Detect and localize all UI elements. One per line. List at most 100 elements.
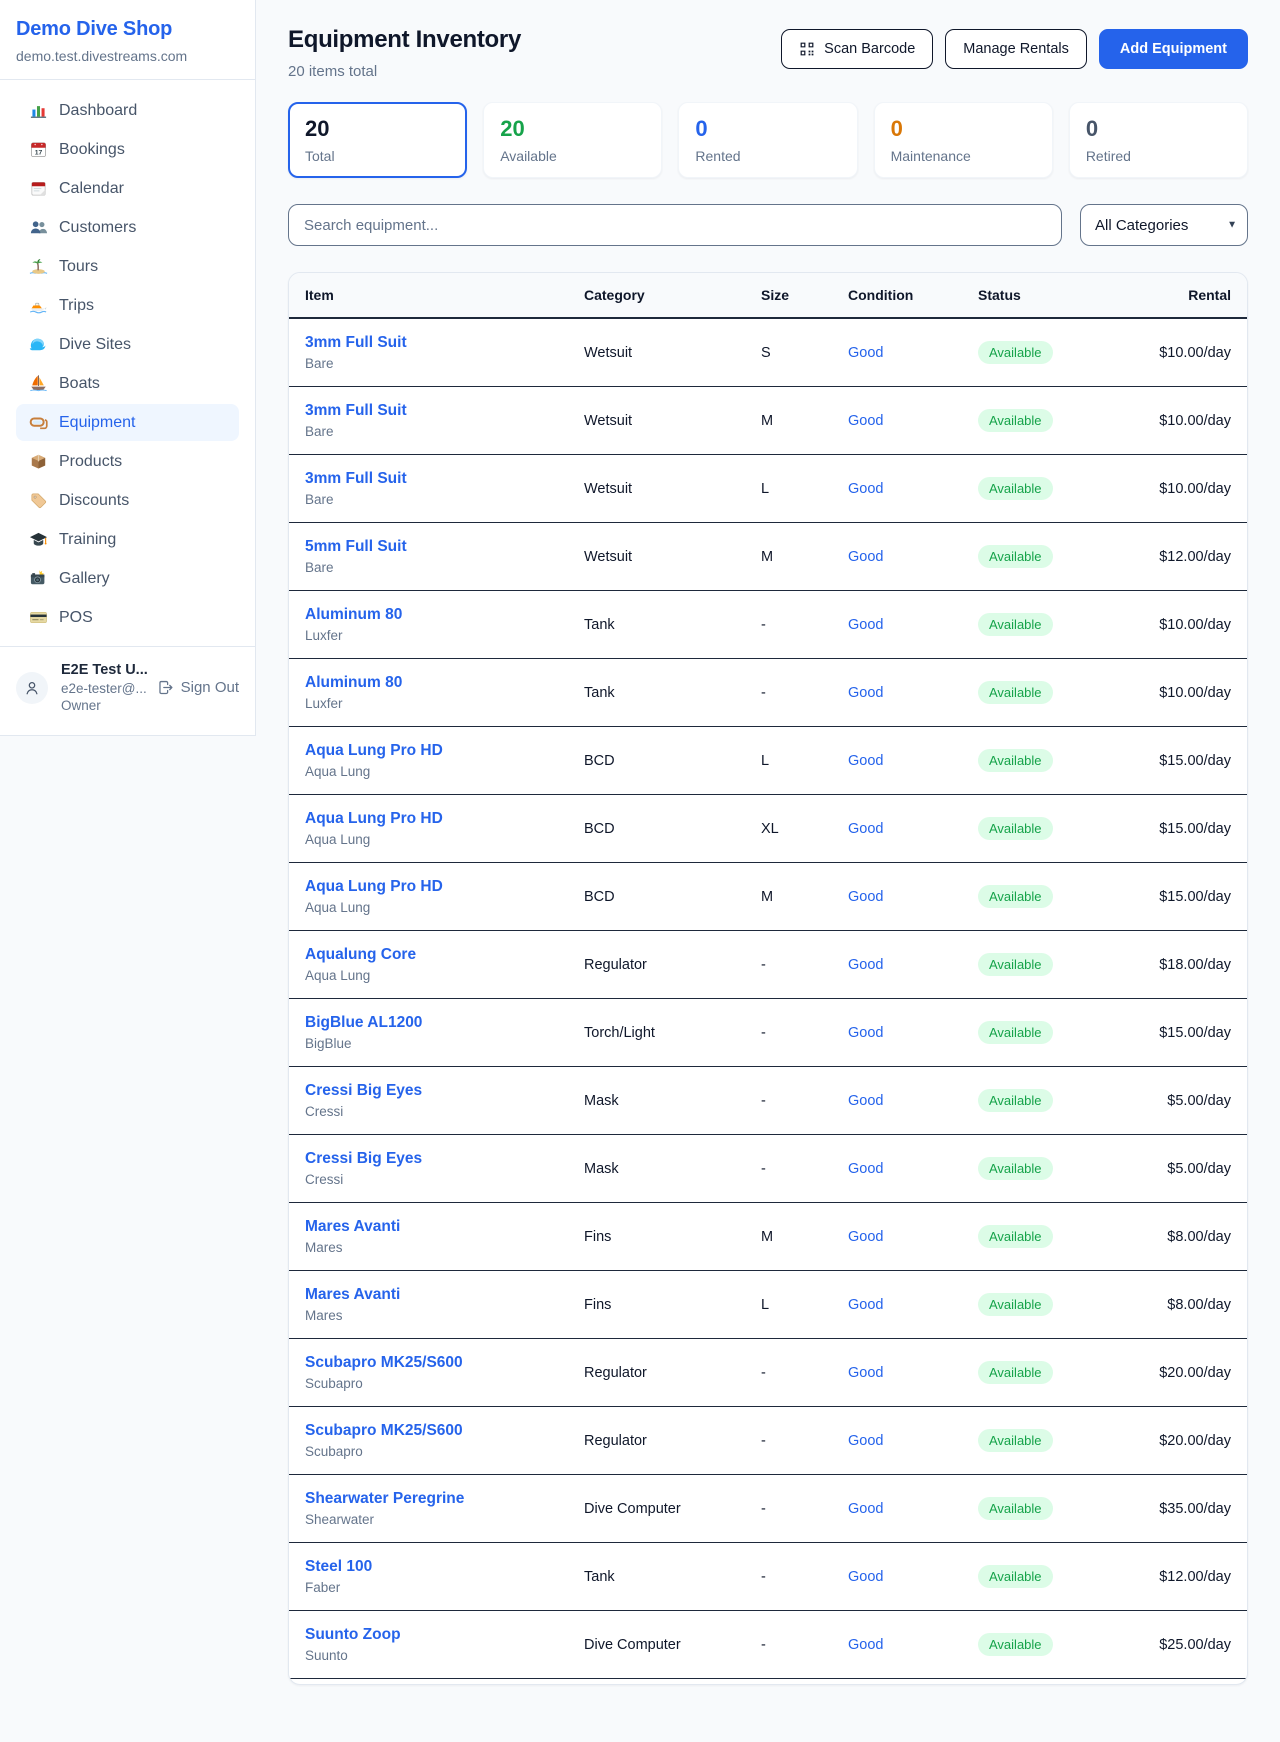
condition-link[interactable]: Good — [848, 481, 978, 497]
barcode-scan-icon — [799, 41, 815, 57]
camera-icon — [29, 569, 48, 588]
equipment-brand: Aqua Lung — [305, 900, 584, 915]
status-badge: Available — [978, 1021, 1053, 1044]
item-cell: Cressi Big Eyes Cressi — [305, 1150, 584, 1187]
category-cell: Regulator — [584, 1365, 761, 1381]
condition-link[interactable]: Good — [848, 413, 978, 429]
manage-rentals-label: Manage Rentals — [963, 41, 1069, 57]
equipment-brand: Faber — [305, 1580, 584, 1595]
sidebar-item-discounts[interactable]: Discounts — [16, 482, 239, 519]
condition-link[interactable]: Good — [848, 1569, 978, 1585]
search-input[interactable] — [288, 204, 1062, 246]
table-row: 3mm Full Suit Bare Wetsuit L Good Availa… — [289, 455, 1247, 523]
condition-link[interactable]: Good — [848, 1365, 978, 1381]
sidebar-item-boats[interactable]: Boats — [16, 365, 239, 402]
stat-card-maintenance[interactable]: 0 Maintenance — [874, 102, 1053, 178]
sidebar-item-equipment[interactable]: Equipment — [16, 404, 239, 441]
sidebar-item-label: Products — [59, 453, 122, 471]
status-badge: Available — [978, 681, 1053, 704]
sidebar-item-pos[interactable]: POS — [16, 599, 239, 636]
equipment-name-link[interactable]: BigBlue AL1200 — [305, 1014, 584, 1032]
equipment-name-link[interactable]: Aluminum 80 — [305, 606, 584, 624]
add-equipment-button[interactable]: Add Equipment — [1099, 29, 1248, 69]
condition-link[interactable]: Good — [848, 957, 978, 973]
condition-link[interactable]: Good — [848, 1161, 978, 1177]
size-cell: S — [761, 345, 848, 361]
equipment-name-link[interactable]: 3mm Full Suit — [305, 470, 584, 488]
condition-link[interactable]: Good — [848, 345, 978, 361]
equipment-name-link[interactable]: Cressi Big Eyes — [305, 1082, 584, 1100]
condition-link[interactable]: Good — [848, 1093, 978, 1109]
svg-text:17: 17 — [35, 150, 43, 157]
sidebar-item-calendar[interactable]: Calendar — [16, 170, 239, 207]
scan-barcode-button[interactable]: Scan Barcode — [781, 29, 933, 69]
stat-card-total[interactable]: 20 Total — [288, 102, 467, 178]
equipment-name-link[interactable]: Aluminum 80 — [305, 674, 584, 692]
sidebar-item-dashboard[interactable]: Dashboard — [16, 92, 239, 129]
equipment-name-link[interactable]: Steel 100 — [305, 1558, 584, 1576]
table-row: Cressi Big Eyes Cressi Mask - Good Avail… — [289, 1135, 1247, 1203]
sidebar-item-trips[interactable]: Trips — [16, 287, 239, 324]
condition-link[interactable]: Good — [848, 1637, 978, 1653]
manage-rentals-button[interactable]: Manage Rentals — [945, 29, 1087, 69]
item-cell: Aqualung Core Aqua Lung — [305, 946, 584, 983]
status-cell: Available — [978, 681, 1148, 704]
equipment-name-link[interactable]: Aqua Lung Pro HD — [305, 878, 584, 896]
equipment-name-link[interactable]: Cressi Big Eyes — [305, 1150, 584, 1168]
condition-link[interactable]: Good — [848, 889, 978, 905]
sidebar-item-customers[interactable]: Customers — [16, 209, 239, 246]
condition-link[interactable]: Good — [848, 685, 978, 701]
table-row: Aluminum 80 Luxfer Tank - Good Available… — [289, 659, 1247, 727]
condition-link[interactable]: Good — [848, 617, 978, 633]
equipment-name-link[interactable]: 3mm Full Suit — [305, 334, 584, 352]
status-badge: Available — [978, 1429, 1053, 1452]
stat-card-rented[interactable]: 0 Rented — [678, 102, 857, 178]
sidebar-item-bookings[interactable]: 17 Bookings — [16, 131, 239, 168]
wave-icon — [29, 335, 48, 354]
stat-card-retired[interactable]: 0 Retired — [1069, 102, 1248, 178]
category-cell: Tank — [584, 617, 761, 633]
status-badge: Available — [978, 1157, 1053, 1180]
column-header-category: Category — [584, 287, 761, 303]
equipment-name-link[interactable]: Mares Avanti — [305, 1286, 584, 1304]
table-row: Aqua Lung Pro HD Aqua Lung BCD XL Good A… — [289, 795, 1247, 863]
equipment-brand: Scubapro — [305, 1376, 584, 1391]
equipment-name-link[interactable]: Scubapro MK25/S600 — [305, 1422, 584, 1440]
equipment-name-link[interactable]: Scubapro MK25/S600 — [305, 1354, 584, 1372]
equipment-name-link[interactable]: Aqua Lung Pro HD — [305, 742, 584, 760]
rental-price: $15.00/day — [1148, 1025, 1231, 1041]
brand-name: Demo Dive Shop — [16, 18, 239, 41]
equipment-name-link[interactable]: Aqualung Core — [305, 946, 584, 964]
condition-link[interactable]: Good — [848, 753, 978, 769]
status-badge: Available — [978, 1497, 1053, 1520]
sidebar-item-gallery[interactable]: Gallery — [16, 560, 239, 597]
equipment-name-link[interactable]: 3mm Full Suit — [305, 402, 584, 420]
sidebar-item-training[interactable]: Training — [16, 521, 239, 558]
stat-label: Maintenance — [891, 148, 1036, 164]
equipment-name-link[interactable]: Suunto Zoop — [305, 1626, 584, 1644]
equipment-name-link[interactable]: Aqua Lung Pro HD — [305, 810, 584, 828]
size-cell: L — [761, 753, 848, 769]
equipment-name-link[interactable]: Shearwater Peregrine — [305, 1490, 584, 1508]
sidebar-item-label: Tours — [59, 258, 98, 276]
category-filter-select[interactable]: All Categories — [1080, 204, 1248, 246]
sidebar-item-tours[interactable]: Tours — [16, 248, 239, 285]
condition-link[interactable]: Good — [848, 1297, 978, 1313]
condition-link[interactable]: Good — [848, 1025, 978, 1041]
sign-out-button[interactable]: Sign Out — [157, 679, 239, 696]
condition-link[interactable]: Good — [848, 1229, 978, 1245]
condition-link[interactable]: Good — [848, 1433, 978, 1449]
sidebar-item-dive-sites[interactable]: Dive Sites — [16, 326, 239, 363]
equipment-name-link[interactable]: 5mm Full Suit — [305, 538, 584, 556]
condition-link[interactable]: Good — [848, 549, 978, 565]
category-filter: All Categories ▼ — [1080, 204, 1248, 246]
sidebar-item-label: Equipment — [59, 414, 136, 432]
sidebar-item-products[interactable]: Products — [16, 443, 239, 480]
condition-link[interactable]: Good — [848, 821, 978, 837]
column-header-item: Item — [305, 287, 584, 303]
calendar-date-icon: 17 — [29, 140, 48, 159]
equipment-name-link[interactable]: Mares Avanti — [305, 1218, 584, 1236]
condition-link[interactable]: Good — [848, 1501, 978, 1517]
stat-card-available[interactable]: 20 Available — [483, 102, 662, 178]
palm-island-icon — [29, 257, 48, 276]
